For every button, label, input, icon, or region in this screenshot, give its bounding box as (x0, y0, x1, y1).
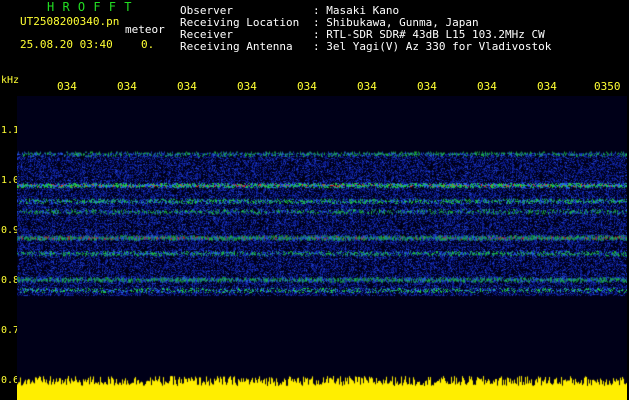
file-name: UT2508200340.pn (20, 15, 120, 28)
x-tick-label: 0350 (594, 80, 621, 93)
app-title: H R O F F T (47, 0, 132, 14)
y-axis-unit: kHz (1, 75, 20, 86)
x-tick-label: 034 (237, 80, 257, 93)
observer-value: : Masaki Kano (313, 4, 400, 17)
x-tick-label: 034 (537, 80, 557, 93)
receiver-value: : RTL-SDR SDR# 43dB L15 103.2MHz CW (313, 28, 545, 41)
meteor-label: meteor (125, 23, 165, 36)
x-tick-label: 034 (177, 80, 197, 93)
antenna-label: Receiving Antenna (180, 40, 293, 53)
meteor-count: 0. (141, 38, 155, 51)
x-tick-label: 034 (297, 80, 317, 93)
antenna-value: : 3el Yagi(V) Az 330 for Vladivostok (313, 40, 552, 53)
date-time: 25.08.20 03:40 (20, 38, 113, 51)
x-tick-label: 034 (357, 80, 377, 93)
x-tick-label: 034 (417, 80, 437, 93)
receiver-label: Receiver (180, 28, 233, 41)
x-tick-label: 034 (117, 80, 137, 93)
location-value: : Shibukawa, Gunma, Japan (313, 16, 479, 29)
x-tick-label: 034 (57, 80, 77, 93)
spectrogram (17, 96, 627, 400)
location-label: Receiving Location (180, 16, 300, 29)
x-tick-label: 034 (477, 80, 497, 93)
observer-label: Observer (180, 4, 233, 17)
